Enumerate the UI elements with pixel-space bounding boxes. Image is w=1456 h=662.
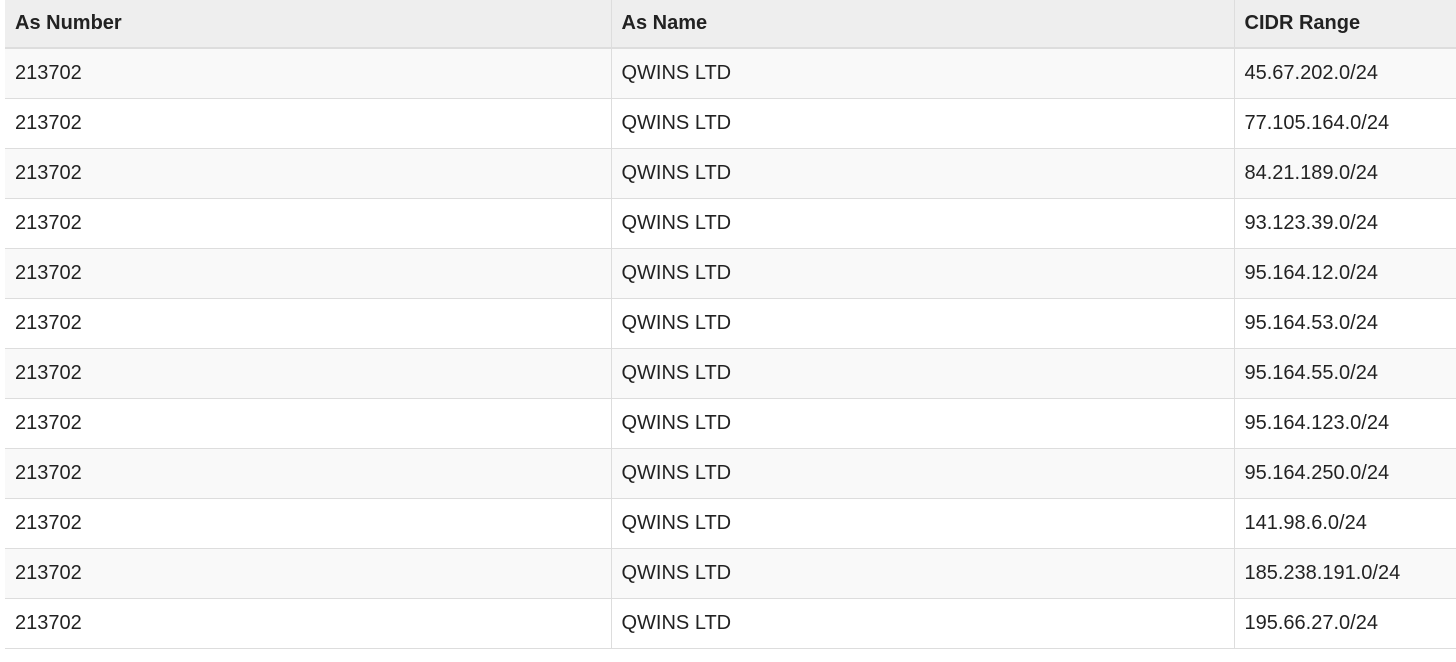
cell-as-number: 213702 [5, 248, 611, 299]
cell-as-name: QWINS LTD [610, 148, 1234, 199]
cell-as-name: QWINS LTD [610, 398, 1234, 449]
cell-as-name: QWINS LTD [610, 498, 1234, 549]
cell-as-name: QWINS LTD [610, 48, 1234, 99]
cell-as-number: 213702 [5, 598, 611, 649]
cell-cidr-range: 95.164.55.0/24 [1233, 348, 1456, 399]
cell-as-number: 213702 [5, 48, 611, 99]
cell-as-number: 213702 [5, 348, 611, 399]
column-header-cidr-range[interactable]: CIDR Range [1233, 0, 1456, 49]
cell-as-number: 213702 [5, 198, 611, 249]
table-header: As Number As Name CIDR Range [5, 0, 1456, 49]
table-row: 213702 QWINS LTD 195.66.27.0/24 [5, 598, 1456, 649]
as-cidr-table: As Number As Name CIDR Range 213702 QWINS… [5, 0, 1456, 649]
table-row: 213702 QWINS LTD 95.164.53.0/24 [5, 298, 1456, 349]
cell-cidr-range: 95.164.123.0/24 [1233, 398, 1456, 449]
cell-cidr-range: 77.105.164.0/24 [1233, 98, 1456, 149]
table-body: 213702 QWINS LTD 45.67.202.0/24 213702 QWINS… [5, 48, 1456, 649]
table-row: 213702 QWINS LTD 77.105.164.0/24 [5, 98, 1456, 149]
cell-as-name: QWINS LTD [610, 448, 1234, 499]
table-row: 213702 QWINS LTD 45.67.202.0/24 [5, 48, 1456, 99]
cell-cidr-range: 95.164.53.0/24 [1233, 298, 1456, 349]
table-row: 213702 QWINS LTD 95.164.55.0/24 [5, 348, 1456, 399]
cell-as-name: QWINS LTD [610, 198, 1234, 249]
table-row: 213702 QWINS LTD 95.164.250.0/24 [5, 448, 1456, 499]
cell-as-number: 213702 [5, 298, 611, 349]
cell-cidr-range: 185.238.191.0/24 [1233, 548, 1456, 599]
cell-as-name: QWINS LTD [610, 248, 1234, 299]
cell-as-number: 213702 [5, 398, 611, 449]
cell-cidr-range: 93.123.39.0/24 [1233, 198, 1456, 249]
cell-cidr-range: 45.67.202.0/24 [1233, 48, 1456, 99]
cell-as-name: QWINS LTD [610, 98, 1234, 149]
cell-as-number: 213702 [5, 98, 611, 149]
cell-as-name: QWINS LTD [610, 548, 1234, 599]
table-row: 213702 QWINS LTD 185.238.191.0/24 [5, 548, 1456, 599]
cell-as-number: 213702 [5, 498, 611, 549]
as-table-container: As Number As Name CIDR Range 213702 QWINS… [5, 0, 1456, 649]
cell-cidr-range: 195.66.27.0/24 [1233, 598, 1456, 649]
cell-as-number: 213702 [5, 148, 611, 199]
table-row: 213702 QWINS LTD 84.21.189.0/24 [5, 148, 1456, 199]
cell-as-name: QWINS LTD [610, 298, 1234, 349]
cell-cidr-range: 95.164.250.0/24 [1233, 448, 1456, 499]
table-row: 213702 QWINS LTD 95.164.12.0/24 [5, 248, 1456, 299]
cell-cidr-range: 95.164.12.0/24 [1233, 248, 1456, 299]
column-header-as-number[interactable]: As Number [5, 0, 611, 49]
cell-as-number: 213702 [5, 448, 611, 499]
column-header-as-name[interactable]: As Name [610, 0, 1234, 49]
cell-cidr-range: 141.98.6.0/24 [1233, 498, 1456, 549]
table-row: 213702 QWINS LTD 95.164.123.0/24 [5, 398, 1456, 449]
cell-as-number: 213702 [5, 548, 611, 599]
table-row: 213702 QWINS LTD 141.98.6.0/24 [5, 498, 1456, 549]
header-row: As Number As Name CIDR Range [5, 0, 1456, 49]
table-row: 213702 QWINS LTD 93.123.39.0/24 [5, 198, 1456, 249]
cell-as-name: QWINS LTD [610, 598, 1234, 649]
cell-as-name: QWINS LTD [610, 348, 1234, 399]
cell-cidr-range: 84.21.189.0/24 [1233, 148, 1456, 199]
